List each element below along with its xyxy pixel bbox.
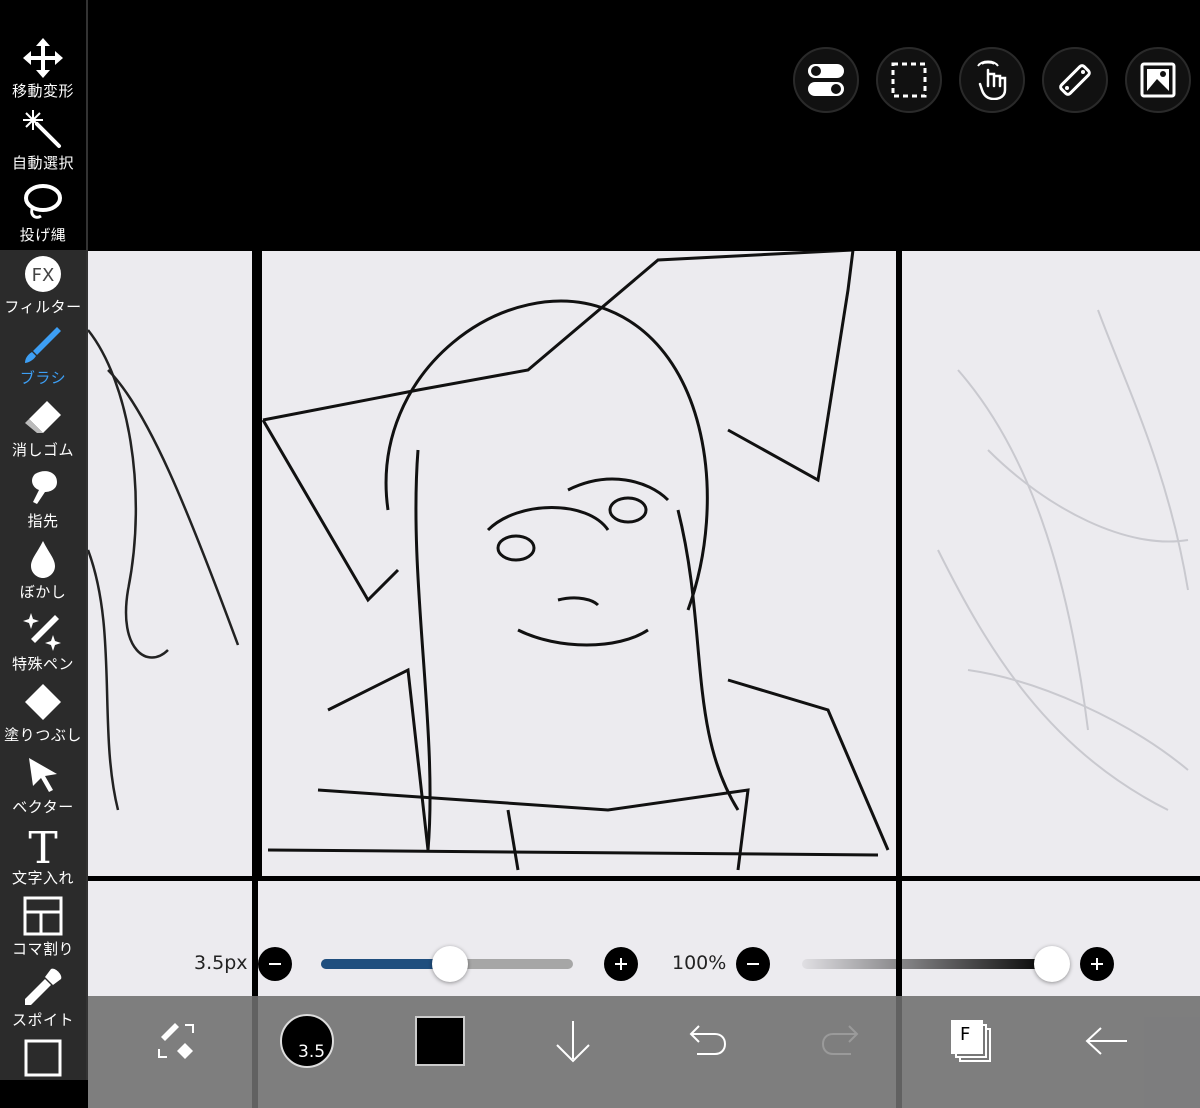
brush-size-decrease-button[interactable]: [258, 947, 292, 981]
selection-button[interactable]: [876, 47, 942, 113]
tool-brush[interactable]: ブラシ: [0, 323, 86, 394]
tool-lasso[interactable]: 投げ縄: [0, 180, 86, 251]
sparkle-pen-icon: [21, 609, 65, 653]
svg-text:FX: FX: [32, 265, 55, 286]
tool-move-transform[interactable]: 移動変形: [0, 36, 86, 107]
move-icon: [21, 36, 65, 80]
current-color-swatch: [415, 1016, 465, 1066]
tool-auto-select[interactable]: 自動選択: [0, 108, 86, 179]
tool-label: 文字入れ: [11, 869, 74, 887]
tool-blur[interactable]: ぼかし: [0, 537, 86, 608]
arrow-down-icon: [556, 1021, 590, 1063]
brush-icon: [21, 323, 65, 367]
minus-icon: [269, 963, 281, 965]
layers-button[interactable]: F: [926, 996, 1016, 1086]
layers-badge: F: [960, 1024, 971, 1045]
tool-fill[interactable]: 塗りつぶし: [0, 680, 86, 751]
download-button[interactable]: [528, 996, 618, 1086]
color-swatch-button[interactable]: [395, 996, 485, 1086]
back-button[interactable]: [1062, 996, 1152, 1086]
tool-label: 移動変形: [11, 82, 74, 100]
eyedropper-icon: [21, 965, 65, 1009]
tool-sidebar: 移動変形 自動選択 投げ縄 FX フィルター ブラシ 消しゴム 指先 ぼかし 特…: [0, 0, 88, 1080]
tool-label: フィルター: [4, 298, 82, 316]
fx-icon: FX: [21, 252, 65, 296]
brush-size-badge: 3.5: [298, 1042, 326, 1062]
opacity-decrease-button[interactable]: [736, 947, 770, 981]
magic-wand-icon: [21, 108, 65, 152]
tool-special-pen[interactable]: 特殊ペン: [0, 609, 86, 680]
plus-icon: [615, 958, 627, 970]
gesture-button[interactable]: [959, 47, 1025, 113]
svg-text:T: T: [28, 825, 57, 865]
brush-size-slider-knob[interactable]: [432, 946, 468, 982]
tool-label: 指先: [27, 512, 59, 530]
tool-label: ブラシ: [19, 369, 67, 387]
tool-label: 消しゴム: [11, 441, 74, 459]
brush-slider-row: 3.5px 100%: [88, 938, 1200, 990]
brush-size-increase-button[interactable]: [604, 947, 638, 981]
brush-size-preview: 3.5: [280, 1014, 334, 1068]
tool-label: 特殊ペン: [11, 655, 74, 673]
image-material-button[interactable]: [1125, 47, 1191, 113]
toggle-settings-button[interactable]: [793, 47, 859, 113]
tool-label: スポイト: [11, 1011, 74, 1029]
eraser-icon: [21, 395, 65, 439]
tool-finger[interactable]: 指先: [0, 466, 86, 537]
redo-icon: [821, 1025, 859, 1055]
opacity-slider-knob[interactable]: [1034, 946, 1070, 982]
frame-divider-icon: [21, 894, 65, 938]
undo-button[interactable]: [662, 996, 752, 1086]
bottom-toolbar: 3.5 F: [88, 996, 1200, 1108]
tool-vector[interactable]: ベクター: [0, 752, 86, 823]
image-icon: [1140, 62, 1176, 98]
tool-filter[interactable]: FX フィルター: [0, 252, 86, 323]
tool-label: 自動選択: [11, 154, 74, 172]
ruler-button[interactable]: [1042, 47, 1108, 113]
brush-size-preview-button[interactable]: 3.5: [262, 996, 352, 1086]
minus-icon: [747, 963, 759, 965]
ruler-icon: [1059, 64, 1091, 96]
tool-eyedropper[interactable]: スポイト: [0, 965, 86, 1036]
blur-drop-icon: [21, 537, 65, 581]
fill-bucket-icon: [21, 680, 65, 724]
tool-text[interactable]: T 文字入れ: [0, 823, 86, 894]
swap-brush-eraser-icon: [158, 1023, 194, 1059]
canvas-square-icon: [21, 1036, 65, 1080]
tool-label: ベクター: [12, 798, 74, 816]
panel-border-inner: [258, 251, 262, 881]
tool-label: コマ割り: [11, 940, 74, 958]
vector-arrow-icon: [21, 752, 65, 796]
opacity-track[interactable]: [802, 959, 1052, 969]
swap-tool-button[interactable]: [132, 996, 222, 1086]
toggle-icon: [808, 64, 844, 96]
brush-size-label: 3.5px: [194, 952, 248, 974]
text-t-icon: T: [21, 823, 65, 867]
plus-icon: [1091, 958, 1103, 970]
lasso-icon: [21, 180, 65, 224]
tool-label: 投げ縄: [19, 226, 67, 244]
tool-label: 塗りつぶし: [4, 726, 82, 744]
tool-frame-divider[interactable]: コマ割り: [0, 894, 86, 965]
arrow-left-icon: [1085, 1027, 1127, 1055]
opacity-increase-button[interactable]: [1080, 947, 1114, 981]
tool-canvas[interactable]: [0, 1036, 86, 1107]
brush-size-track-fill: [321, 959, 450, 969]
tool-eraser[interactable]: 消しゴム: [0, 395, 86, 466]
opacity-label: 100%: [672, 952, 727, 974]
selection-rect-icon: [891, 62, 927, 98]
undo-icon: [689, 1025, 727, 1055]
redo-button[interactable]: [796, 996, 886, 1086]
finger-icon: [21, 466, 65, 510]
tool-label: ぼかし: [19, 583, 67, 601]
gesture-hand-icon: [977, 60, 1007, 100]
layers-icon: F: [951, 1020, 991, 1062]
